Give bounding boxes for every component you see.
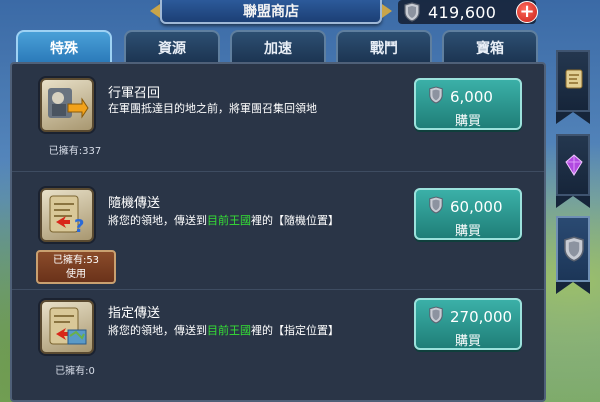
svg-text:?: ? [74, 216, 84, 237]
price: 270,000 [428, 306, 512, 328]
page-title-text: 聯盟商店 [243, 4, 299, 20]
price-value: 60,000 [450, 198, 503, 216]
scroll-icon [561, 66, 587, 92]
item-name: 隨機傳送 [108, 196, 161, 211]
shop-panel: 已擁有:337 行軍召回 在軍團抵達目的地之前，將軍團召集回領地 6,000 購… [10, 62, 546, 402]
price-value: 6,000 [450, 88, 493, 106]
description-text: 裡的【指定位置】 [251, 324, 339, 337]
description-highlight: 目前王國 [207, 214, 251, 227]
item-description: 將您的領地，傳送到目前王國裡的【隨機位置】 [108, 212, 339, 228]
item-description: 在軍團抵達目的地之前，將軍團召集回領地 [108, 102, 317, 115]
description-text: 將您的領地，傳送到 [108, 214, 207, 227]
page-title: 聯盟商店 [150, 0, 392, 24]
owned-count: 已擁有:337 [48, 146, 102, 157]
shield-icon [402, 1, 422, 23]
shield-side-icon [561, 236, 587, 262]
tab-chest[interactable]: 寶箱 [442, 30, 538, 64]
tab-label: 加速 [264, 41, 292, 57]
buy-button[interactable]: 270,000 購買 [414, 298, 522, 350]
currency-display: 419,600 + [398, 0, 538, 24]
buy-label: 購買 [454, 114, 481, 129]
list-item: 已擁有:337 行軍召回 在軍團抵達目的地之前，將軍團召集回領地 6,000 購… [12, 64, 544, 172]
target-teleport-icon [40, 300, 94, 354]
shield-icon [428, 306, 444, 328]
use-button[interactable]: 已擁有:53 使用 [36, 250, 116, 284]
purple-gem-icon [561, 152, 587, 178]
price: 6,000 [428, 86, 493, 108]
shield-icon [428, 196, 444, 218]
march-recall-icon [40, 78, 94, 132]
list-item: 已擁有:0 指定傳送 將您的領地，傳送到目前王國裡的【指定位置】 270,000… [12, 292, 544, 400]
owned-count: 已擁有:0 [55, 366, 95, 377]
add-currency-button[interactable]: + [516, 1, 538, 23]
side-tab-scroll[interactable] [556, 50, 590, 124]
price-value: 270,000 [450, 308, 513, 326]
buy-button[interactable]: 6,000 購買 [414, 78, 522, 130]
item-name: 行軍召回 [108, 86, 161, 101]
currency-value: 419,600 [428, 2, 497, 22]
description-highlight: 目前王國 [207, 324, 251, 337]
price: 60,000 [428, 196, 503, 218]
description-text: 將您的領地，傳送到 [108, 324, 207, 337]
tab-label: 寶箱 [476, 41, 504, 57]
tab-resources[interactable]: 資源 [124, 30, 220, 64]
buy-button[interactable]: 60,000 購買 [414, 188, 522, 240]
tab-label: 戰鬥 [370, 41, 398, 57]
tab-battle[interactable]: 戰鬥 [336, 30, 432, 64]
side-tab-gem[interactable] [556, 134, 590, 208]
description-text: 裡的【隨機位置】 [251, 214, 339, 227]
buy-label: 購買 [454, 224, 481, 239]
item-name: 指定傳送 [108, 306, 161, 321]
side-tab-shield[interactable] [556, 216, 590, 294]
item-description: 將您的領地，傳送到目前王國裡的【指定位置】 [108, 322, 339, 338]
tab-bar: 特殊 資源 加速 戰鬥 寶箱 [16, 30, 540, 64]
random-teleport-icon: ? [40, 188, 94, 242]
tab-label: 資源 [158, 41, 186, 57]
shield-icon [428, 86, 444, 108]
tab-label: 特殊 [50, 41, 78, 57]
use-label: 使用 [66, 269, 86, 280]
plus-icon: + [519, 1, 535, 22]
buy-label: 購買 [454, 334, 481, 349]
tab-special[interactable]: 特殊 [16, 30, 112, 64]
owned-count: 已擁有:53 [52, 255, 100, 266]
tab-speedup[interactable]: 加速 [230, 30, 326, 64]
list-item: ? 已擁有:53 使用 隨機傳送 將您的領地，傳送到目前王國裡的【隨機位置】 6… [12, 182, 544, 290]
